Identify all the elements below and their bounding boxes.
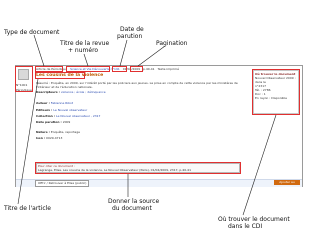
record-descripteurs: Descripteurs : violence ; école ; délinq… [36,90,241,94]
auteur-link[interactable]: Fabienne Ribot [51,101,73,105]
record-summary: Résumé : Enquête, en 2009, sur l'intérêt… [36,81,238,89]
record-collection: Collection : Le Nouvel observateur , 231… [36,114,241,118]
annotation-titre-article: Titre de l'article [4,205,51,212]
nature-value: Enquête, reportage [50,130,80,134]
annotation-ou-trouver-2: dans le CDI [228,223,263,230]
annotation-ou-trouver-1: Où trouver le document [218,216,290,223]
record-date-parution: Date parution : 2009 [36,120,241,124]
highlight-citation [35,162,241,174]
nature-label: Nature : [36,130,50,134]
offer-button[interactable]: Offrir / Retrouver à Elisa (public) [35,180,90,187]
record-editeurs: Editeurs : Le Nouvel observateur [36,108,241,112]
highlight-record-number [15,66,33,92]
descripteurs-link[interactable]: violence ; école ; délinquance [61,90,106,94]
highlight-date [112,66,127,72]
add-to-basket-button[interactable]: Ajouter au panier [274,180,300,189]
auteur-label: Auteur : [36,101,50,105]
editeurs-link[interactable]: Le Nouvel observateur [53,108,87,112]
annotation-pagination: Pagination [156,40,188,47]
date-parution-label: Date parution : [36,120,62,124]
meta-format: Texte imprimé [157,67,179,71]
annotation-donner-source-1: Donner la source [108,198,160,205]
editeurs-label: Editeurs : [36,108,53,112]
annotation-date-parution-2: parution [117,33,143,40]
annotation-numero: + numéro [68,47,99,54]
record-auteur: Auteur : Fabienne Ribot [36,101,241,105]
highlight-pagination [130,66,143,72]
descripteurs-label: Descripteurs : [36,90,60,94]
annotation-donner-source-2: du document [112,205,152,212]
issn-label: Issn : [36,136,46,140]
annotation-titre-revue: Titre de la revue [60,40,110,47]
record-issn: Issn : 0029-4713 [36,136,241,140]
date-parution-value: 2009 [62,120,71,124]
record-nature: Nature : Enquête, reportage [36,130,241,134]
issn-value: 0029-4713 [46,136,63,140]
annotation-date-parution-1: Date de [120,26,144,33]
collection-link[interactable]: Le Nouvel observateur , 2317 [56,114,100,118]
highlight-side-panel [252,69,300,115]
annotation-type-document: Type de document [4,29,60,36]
meta-pages: p.40-41 [143,67,155,71]
highlight-titre-article [35,72,85,79]
collection-label: Collection : [36,114,56,118]
